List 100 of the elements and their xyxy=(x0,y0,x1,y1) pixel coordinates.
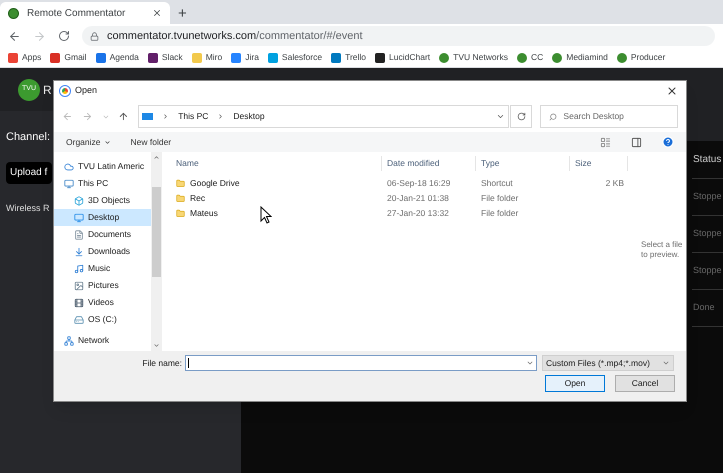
refresh-button[interactable] xyxy=(510,105,532,128)
view-icon[interactable] xyxy=(600,136,611,148)
upload-button[interactable]: Upload f xyxy=(6,162,52,184)
close-icon[interactable] xyxy=(666,85,678,97)
bookmark[interactable]: Slack xyxy=(148,51,183,64)
nav-icon xyxy=(74,230,84,240)
bookmark-icon xyxy=(50,52,60,62)
file-name: Mateus xyxy=(190,207,218,220)
status-header: Status xyxy=(692,141,723,179)
nav-item[interactable]: Videos xyxy=(54,294,151,311)
nav-item[interactable]: Desktop xyxy=(54,209,151,226)
nav-item[interactable]: Music xyxy=(54,260,151,277)
nav-icon xyxy=(74,264,84,274)
bookmark-icon xyxy=(148,52,158,62)
bookmark[interactable]: CC xyxy=(516,51,544,64)
bookmark[interactable]: Miro xyxy=(192,51,222,64)
bookmark[interactable]: Mediamind xyxy=(552,51,608,64)
help-icon[interactable] xyxy=(662,136,674,148)
nav-item[interactable]: Downloads xyxy=(54,243,151,260)
caret-icon xyxy=(104,138,110,146)
folder-icon xyxy=(176,209,185,218)
nav-item[interactable]: OS (C:) xyxy=(54,311,151,328)
scroll-down-icon[interactable] xyxy=(153,342,160,349)
preview-pane-icon[interactable] xyxy=(631,136,642,148)
organize-menu[interactable]: Organize xyxy=(66,136,110,148)
up-icon[interactable] xyxy=(118,111,130,122)
folder-icon xyxy=(176,194,185,203)
bookmark[interactable]: LucidChart xyxy=(375,51,430,64)
column-header[interactable]: Date modified xyxy=(382,156,476,171)
file-name-field[interactable] xyxy=(185,355,537,371)
nav-item[interactable]: 3D Objects xyxy=(54,192,151,209)
nav-icon xyxy=(74,212,84,222)
date-cell-text: 06-Sep-18 16:29 xyxy=(386,177,452,190)
bookmark[interactable]: Salesforce xyxy=(268,51,322,64)
refresh-icon xyxy=(516,112,526,121)
file-name-label: File name: xyxy=(141,356,183,370)
chrome-icon xyxy=(60,86,70,96)
new-folder-button[interactable]: New folder xyxy=(130,136,172,148)
channel-label: Channel: xyxy=(6,130,50,145)
date-cell-text: 20-Jan-21 01:38 xyxy=(386,192,450,205)
nav-item[interactable]: Network xyxy=(54,332,151,349)
nav-icon xyxy=(64,162,74,172)
close-icon[interactable] xyxy=(152,8,162,18)
bookmark[interactable]: TVU Networks xyxy=(439,51,508,64)
breadcrumb[interactable]: This PC xyxy=(178,110,208,123)
search-field[interactable]: Search Desktop xyxy=(540,105,678,128)
dropdown-icon[interactable] xyxy=(496,112,505,121)
file-row[interactable]: Google Drive 06-Sep-18 16:29 Shortcut 2 KB xyxy=(176,176,637,191)
bookmark-icon xyxy=(96,52,106,62)
bookmark[interactable]: Agenda xyxy=(96,51,139,64)
column-header[interactable]: Size xyxy=(570,156,628,171)
address-bar[interactable]: commentator.tvunetworks.com/commentator/#/event xyxy=(82,26,715,46)
bookmark-icon xyxy=(331,52,342,62)
bookmark-icon xyxy=(516,52,527,62)
bookmark[interactable]: Gmail xyxy=(50,51,87,64)
bookmark-icon xyxy=(375,52,386,62)
type-cell-text: File folder xyxy=(480,207,520,220)
file-type-dropdown[interactable]: Custom Files (*.mp4;*.mov) xyxy=(542,355,674,371)
chevron-icon xyxy=(162,113,170,120)
status-cell: Stoppe xyxy=(692,216,723,253)
status-cell: Stoppe xyxy=(692,253,723,290)
file-name: Google Drive xyxy=(190,177,240,190)
scroll-up-icon[interactable] xyxy=(153,154,160,161)
reload-icon[interactable] xyxy=(58,30,70,42)
bookmark[interactable]: Trello xyxy=(331,51,366,64)
lock-icon xyxy=(90,32,99,40)
app-title: R xyxy=(43,82,52,98)
browser-tab[interactable]: Remote Commentator xyxy=(0,2,170,24)
type-cell-text: Shortcut xyxy=(480,177,514,190)
file-row[interactable]: Rec 20-Jan-21 01:38 File folder xyxy=(176,191,637,206)
column-header[interactable]: Name xyxy=(176,156,382,171)
nav-item[interactable]: TVU Latin Americ xyxy=(54,158,151,175)
open-button[interactable]: Open xyxy=(545,375,605,392)
chevron-icon xyxy=(217,113,224,120)
bookmark[interactable]: Apps xyxy=(8,51,42,64)
nav-icon xyxy=(74,246,84,256)
nav-item[interactable]: Pictures xyxy=(54,277,151,294)
scrollbar[interactable] xyxy=(151,152,162,351)
bookmark[interactable]: Jira xyxy=(231,51,259,64)
file-row[interactable]: Mateus 27-Jan-20 13:32 File folder xyxy=(176,206,637,221)
type-cell-text: File folder xyxy=(480,192,520,205)
dropdown-icon[interactable] xyxy=(526,359,534,367)
dialog-title: Open xyxy=(75,84,98,98)
bookmark-icon xyxy=(439,52,450,62)
scroll-thumb[interactable] xyxy=(152,186,161,276)
bookmark-icon xyxy=(616,52,627,62)
nav-item[interactable]: This PC xyxy=(54,175,151,192)
address-box[interactable]: This PC Desktop xyxy=(138,105,509,128)
new-tab-button[interactable]: + xyxy=(178,6,187,21)
cancel-button[interactable]: Cancel xyxy=(615,375,675,392)
nav-icon xyxy=(64,178,74,188)
breadcrumb[interactable]: Desktop xyxy=(233,110,265,123)
back-icon[interactable] xyxy=(8,30,21,42)
nav-item[interactable]: Documents xyxy=(54,226,151,243)
bookmark[interactable]: Producer xyxy=(616,51,666,64)
status-cell: Done xyxy=(692,290,723,327)
wireless-label: Wireless R xyxy=(6,202,50,214)
nav-icon xyxy=(74,298,84,308)
column-header[interactable]: Type xyxy=(476,156,570,171)
pc-icon xyxy=(142,113,154,120)
